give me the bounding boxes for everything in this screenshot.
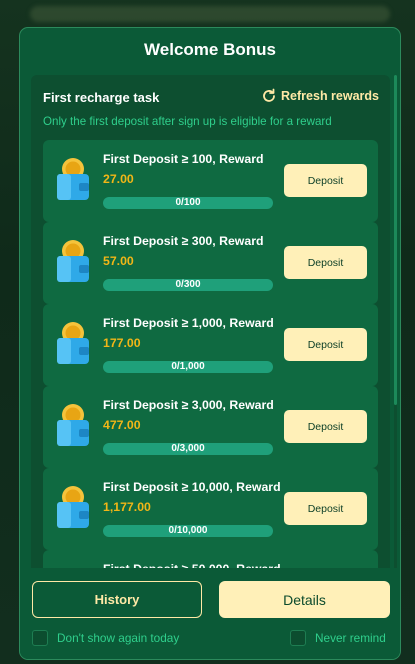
- deposit-button[interactable]: Deposit: [284, 410, 367, 443]
- task-card: First Deposit ≥ 100, Reward 27.00 0/100 …: [43, 140, 378, 222]
- panel-header: First recharge task: [43, 90, 160, 105]
- task-reward: 477.00: [103, 418, 141, 432]
- checkbox-box[interactable]: [290, 630, 306, 646]
- details-button[interactable]: Details: [219, 581, 390, 618]
- task-reward: 57.00: [103, 254, 134, 268]
- task-title: First Deposit ≥ 100, Reward: [103, 152, 264, 166]
- progress-text: 0/300: [175, 279, 201, 290]
- dont-show-today-label: Don't show again today: [57, 631, 180, 645]
- wallet-coin-icon: [57, 404, 89, 446]
- scrollbar[interactable]: [394, 75, 397, 580]
- welcome-bonus-modal: Welcome Bonus First recharge task Refres…: [19, 27, 401, 660]
- progress-text: 0/100: [175, 197, 201, 208]
- task-title: First Deposit ≥ 10,000, Reward: [103, 480, 281, 494]
- progress-text: 0/3,000: [171, 443, 205, 454]
- modal-title: Welcome Bonus: [144, 40, 276, 59]
- dont-show-today-checkbox[interactable]: Don't show again today: [32, 630, 179, 646]
- wallet-coin-icon: [57, 322, 89, 364]
- task-reward: 27.00: [103, 172, 134, 186]
- wallet-coin-icon: [57, 486, 89, 528]
- recharge-task-panel: First recharge task Refresh rewards Only…: [31, 75, 390, 595]
- checkbox-box[interactable]: [32, 630, 48, 646]
- deposit-button[interactable]: Deposit: [284, 246, 367, 279]
- task-progress-bar: 0/1,000: [103, 361, 273, 373]
- never-remind-label: Never remind: [315, 631, 386, 645]
- task-card: First Deposit ≥ 300, Reward 57.00 0/300 …: [43, 222, 378, 304]
- task-progress-bar: 0/10,000: [103, 525, 273, 537]
- never-remind-checkbox[interactable]: Never remind: [290, 630, 386, 646]
- refresh-rewards-label: Refresh rewards: [281, 89, 379, 103]
- task-card: First Deposit ≥ 1,000, Reward 177.00 0/1…: [43, 304, 378, 386]
- task-progress-bar: 0/300: [103, 279, 273, 291]
- task-progress-bar: 0/3,000: [103, 443, 273, 455]
- history-button[interactable]: History: [32, 581, 202, 618]
- refresh-icon: [263, 88, 275, 102]
- task-reward: 1,177.00: [103, 500, 151, 514]
- deposit-button[interactable]: Deposit: [284, 492, 367, 525]
- task-reward: 177.00: [103, 336, 141, 350]
- task-progress-bar: 0/100: [103, 197, 273, 209]
- task-title: First Deposit ≥ 1,000, Reward: [103, 316, 274, 330]
- blurred-header: [30, 6, 390, 22]
- task-title: First Deposit ≥ 300, Reward: [103, 234, 264, 248]
- task-title: First Deposit ≥ 3,000, Reward: [103, 398, 274, 412]
- task-card: First Deposit ≥ 10,000, Reward 1,177.00 …: [43, 468, 378, 550]
- deposit-button[interactable]: Deposit: [284, 328, 367, 361]
- eligibility-notice: Only the first deposit after sign up is …: [43, 115, 332, 128]
- progress-text: 0/10,000: [168, 525, 208, 536]
- task-card: First Deposit ≥ 3,000, Reward 477.00 0/3…: [43, 386, 378, 468]
- task-list: First Deposit ≥ 100, Reward 27.00 0/100 …: [43, 140, 378, 595]
- scrollbar-thumb[interactable]: [394, 75, 397, 405]
- refresh-rewards-button[interactable]: Refresh rewards: [261, 88, 379, 104]
- progress-text: 0/1,000: [171, 361, 205, 372]
- wallet-coin-icon: [57, 158, 89, 200]
- deposit-button[interactable]: Deposit: [284, 164, 367, 197]
- wallet-coin-icon: [57, 240, 89, 282]
